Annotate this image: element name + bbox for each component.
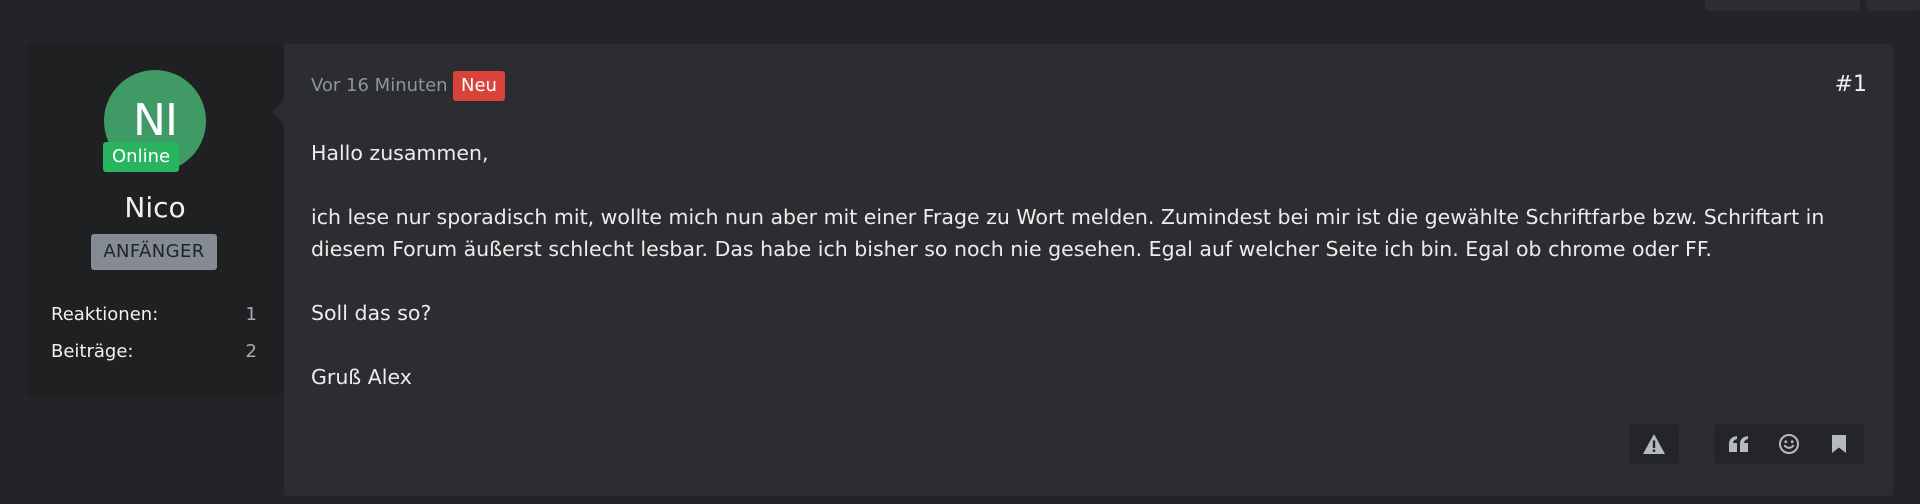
new-badge: Neu bbox=[453, 71, 505, 101]
post-pointer-arrow bbox=[272, 100, 284, 124]
post-paragraph: Soll das so? bbox=[311, 301, 432, 325]
post-panel: Vor 16 Minuten Neu #1 Hallo zusammen, ic… bbox=[284, 44, 1893, 496]
post-paragraph: Hallo zusammen, bbox=[311, 141, 489, 165]
quote-icon bbox=[1729, 436, 1748, 452]
warning-icon bbox=[1643, 434, 1665, 454]
stat-label: Reaktionen: bbox=[51, 304, 159, 325]
stat-row-posts: Beiträge: 2 bbox=[51, 341, 257, 367]
top-tabs bbox=[1700, 0, 1920, 12]
report-action-group bbox=[1629, 424, 1679, 464]
report-button[interactable] bbox=[1629, 424, 1679, 464]
stat-value: 2 bbox=[245, 341, 257, 362]
stat-label: Beiträge: bbox=[51, 341, 134, 362]
bookmark-button[interactable] bbox=[1814, 424, 1864, 464]
post-paragraph: ich lese nur sporadisch mit, wollte mich… bbox=[311, 205, 1825, 261]
stat-value: 1 bbox=[245, 304, 257, 325]
username[interactable]: Nico bbox=[27, 191, 283, 224]
bookmark-icon bbox=[1832, 435, 1846, 453]
post-paragraph: Gruß Alex bbox=[311, 365, 412, 389]
rank-badge: ANFÄNGER bbox=[91, 234, 217, 270]
post-timestamp[interactable]: Vor 16 Minuten bbox=[311, 75, 448, 96]
online-status-badge: Online bbox=[103, 142, 180, 172]
post-action-group bbox=[1714, 424, 1864, 464]
post-body: Hallo zusammen, ich lese nur sporadisch … bbox=[311, 137, 1871, 425]
smiley-icon bbox=[1779, 434, 1799, 454]
quote-button[interactable] bbox=[1714, 424, 1764, 464]
post-number-link[interactable]: #1 bbox=[1835, 72, 1867, 97]
top-tab-left[interactable] bbox=[1705, 0, 1860, 11]
stat-row-reactions: Reaktionen: 1 bbox=[51, 304, 257, 330]
react-button[interactable] bbox=[1764, 424, 1814, 464]
top-tab-right[interactable] bbox=[1867, 0, 1920, 11]
author-panel: NI Online Nico ANFÄNGER Reaktionen: 1 Be… bbox=[27, 44, 283, 397]
